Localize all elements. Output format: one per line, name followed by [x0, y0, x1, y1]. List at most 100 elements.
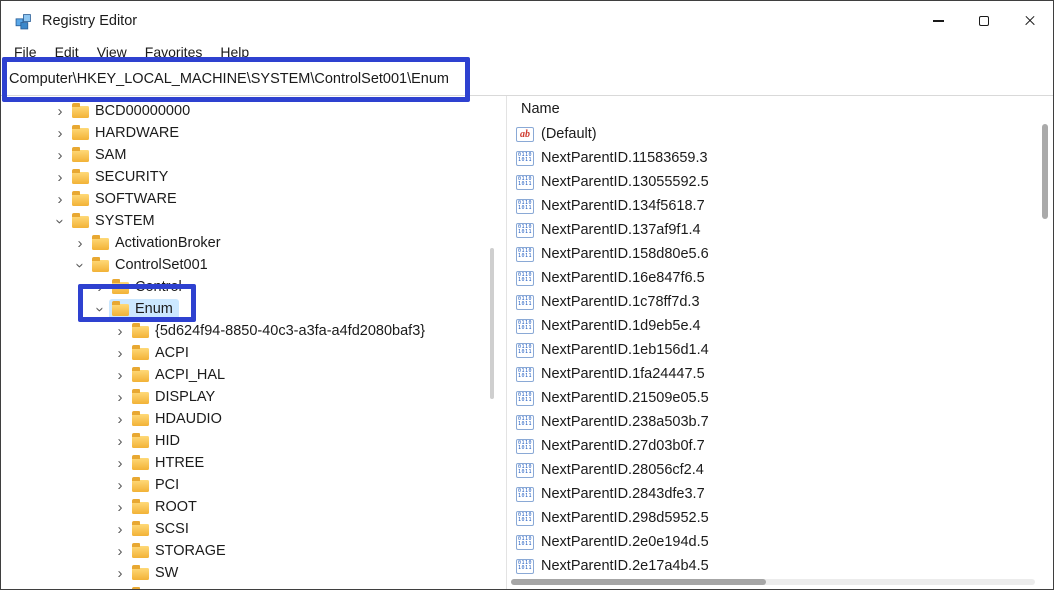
address-input[interactable]: [1, 63, 1053, 95]
chevron-down-icon[interactable]: ›: [73, 256, 88, 274]
chevron-right-icon[interactable]: ›: [111, 324, 129, 339]
menu-view[interactable]: View: [88, 44, 136, 60]
value-row-nextparentid-28056cf2-4[interactable]: 01101011NextParentID.28056cf2.4: [507, 458, 1053, 482]
tree-item-storage[interactable]: ›STORAGE: [1, 540, 506, 562]
value-name: NextParentID.298d5952.5: [541, 510, 709, 526]
chevron-down-icon[interactable]: ›: [93, 300, 108, 318]
tree-item-scsi[interactable]: ›SCSI: [1, 518, 506, 540]
value-row-nextparentid-1fa24447-5[interactable]: 01101011NextParentID.1fa24447.5: [507, 362, 1053, 386]
folder-icon: [132, 326, 149, 338]
chevron-right-icon[interactable]: ›: [51, 104, 69, 119]
value-row-nextparentid-298d5952-5[interactable]: 01101011NextParentID.298d5952.5: [507, 506, 1053, 530]
tree-item-pci[interactable]: ›PCI: [1, 474, 506, 496]
tree-scrollbar-thumb[interactable]: [490, 248, 494, 399]
values-vscroll-thumb[interactable]: [1042, 124, 1048, 219]
chevron-right-icon[interactable]: ›: [91, 280, 109, 295]
chevron-right-icon[interactable]: ›: [51, 148, 69, 163]
tree-item-bcd00000000[interactable]: › BCD00000000: [1, 100, 506, 122]
tree-item-label: BCD00000000: [95, 103, 190, 119]
tree-item-hardware[interactable]: ›HARDWARE: [1, 122, 506, 144]
close-button[interactable]: [1007, 1, 1053, 41]
folder-icon: [132, 524, 149, 536]
value-row-nextparentid-16e847f6-5[interactable]: 01101011NextParentID.16e847f6.5: [507, 266, 1053, 290]
value-row-nextparentid-13055592-5[interactable]: 01101011NextParentID.13055592.5: [507, 170, 1053, 194]
value-row-nextparentid-137af9f1-4[interactable]: 01101011 NextParentID.137af9f1.4: [507, 218, 1053, 242]
chevron-right-icon[interactable]: ›: [111, 544, 129, 559]
value-row-nextparentid-27d03b0f-7[interactable]: 01101011NextParentID.27d03b0f.7: [507, 434, 1053, 458]
chevron-right-icon[interactable]: ›: [111, 412, 129, 427]
value-row-nextparentid-11583659-3[interactable]: 01101011NextParentID.11583659.3: [507, 146, 1053, 170]
chevron-right-icon[interactable]: ›: [51, 126, 69, 141]
tree-item-5d624f94-8850-40c3-a3fa-a4fd2080baf3[interactable]: › {5d624f94-8850-40c3-a3fa-a4fd2080baf3}: [1, 320, 506, 342]
chevron-right-icon[interactable]: ›: [51, 170, 69, 185]
binary-value-icon: 01101011: [516, 175, 534, 190]
folder-icon: [132, 458, 149, 470]
tree-node: STORAGE: [129, 541, 232, 562]
chevron-right-icon[interactable]: ›: [111, 566, 129, 581]
menu-edit[interactable]: Edit: [46, 44, 88, 60]
chevron-right-icon[interactable]: ›: [51, 192, 69, 207]
menu-help[interactable]: Help: [211, 44, 258, 60]
value-name: NextParentID.21509e05.5: [541, 390, 709, 406]
value-name: NextParentID.11583659.3: [541, 150, 708, 166]
value-row-nextparentid-21509e05-5[interactable]: 01101011 NextParentID.21509e05.5: [507, 386, 1053, 410]
value-row-nextparentid-1d9eb5e-4[interactable]: 01101011NextParentID.1d9eb5e.4: [507, 314, 1053, 338]
chevron-right-icon[interactable]: ›: [111, 588, 129, 590]
chevron-right-icon[interactable]: ›: [111, 346, 129, 361]
tree-item-activationbroker[interactable]: ›ActivationBroker: [1, 232, 506, 254]
tree-item-acpi-hal[interactable]: ›ACPI_HAL: [1, 364, 506, 386]
value-row-nextparentid-238a503b-7[interactable]: 01101011NextParentID.238a503b.7: [507, 410, 1053, 434]
value-row-nextparentid-2e0e194d-5[interactable]: 01101011NextParentID.2e0e194d.5: [507, 530, 1053, 554]
chevron-down-icon[interactable]: ›: [53, 212, 68, 230]
tree-item-swd[interactable]: ›SWD: [1, 584, 506, 589]
value-row-default[interactable]: ab(Default): [507, 122, 1053, 146]
folder-icon: [112, 304, 129, 316]
tree-item-software[interactable]: ›SOFTWARE: [1, 188, 506, 210]
close-icon: [1024, 15, 1036, 27]
window-title: Registry Editor: [42, 13, 137, 29]
maximize-button[interactable]: [961, 1, 1007, 41]
minimize-button[interactable]: [915, 1, 961, 41]
value-row-nextparentid-134f5618-7[interactable]: 01101011NextParentID.134f5618.7: [507, 194, 1053, 218]
tree-item-acpi[interactable]: ›ACPI: [1, 342, 506, 364]
chevron-right-icon[interactable]: ›: [71, 236, 89, 251]
chevron-right-icon[interactable]: ›: [111, 522, 129, 537]
binary-value-icon: 01101011: [516, 223, 534, 238]
name-column-header[interactable]: Name: [507, 96, 1053, 122]
folder-icon: [132, 348, 149, 360]
menu-favorites[interactable]: Favorites: [136, 44, 212, 60]
value-name: NextParentID.1c78ff7d.3: [541, 294, 700, 310]
value-row-nextparentid-158d80e5-6[interactable]: 01101011NextParentID.158d80e5.6: [507, 242, 1053, 266]
chevron-right-icon[interactable]: ›: [111, 368, 129, 383]
tree-item-label: {5d624f94-8850-40c3-a3fa-a4fd2080baf3}: [155, 323, 425, 339]
menu-file[interactable]: File: [5, 44, 46, 60]
chevron-right-icon[interactable]: ›: [111, 478, 129, 493]
tree-item-controlset001[interactable]: ›ControlSet001: [1, 254, 506, 276]
tree-item-display[interactable]: ›DISPLAY: [1, 386, 506, 408]
chevron-right-icon[interactable]: ›: [111, 434, 129, 449]
values-hscroll-thumb[interactable]: [511, 579, 766, 585]
chevron-right-icon[interactable]: ›: [111, 456, 129, 471]
value-row-nextparentid-1eb156d1-4[interactable]: 01101011NextParentID.1eb156d1.4: [507, 338, 1053, 362]
tree-item-root[interactable]: ›ROOT: [1, 496, 506, 518]
value-row-nextparentid-1c78ff7d-3[interactable]: 01101011NextParentID.1c78ff7d.3: [507, 290, 1053, 314]
chevron-right-icon[interactable]: ›: [111, 500, 129, 515]
tree-item-hdaudio[interactable]: ›HDAUDIO: [1, 408, 506, 430]
tree-item-enum[interactable]: ›Enum: [1, 298, 506, 320]
value-name: NextParentID.2843dfe3.7: [541, 486, 705, 502]
tree-item-security[interactable]: ›SECURITY: [1, 166, 506, 188]
tree-item-sw[interactable]: ›SW: [1, 562, 506, 584]
tree-item-control[interactable]: ›Control: [1, 276, 506, 298]
tree-item-hid[interactable]: ›HID: [1, 430, 506, 452]
tree-item-label: HTREE: [155, 455, 204, 471]
binary-value-icon: 01101011: [516, 391, 534, 406]
tree-item-htree[interactable]: › HTREE: [1, 452, 506, 474]
tree-vertical-scrollbar: [490, 106, 494, 579]
folder-icon: [132, 370, 149, 382]
value-row-nextparentid-2843dfe3-7[interactable]: 01101011NextParentID.2843dfe3.7: [507, 482, 1053, 506]
tree-item-sam[interactable]: ›SAM: [1, 144, 506, 166]
chevron-right-icon[interactable]: ›: [111, 390, 129, 405]
folder-icon: [132, 546, 149, 558]
value-name: NextParentID.137af9f1.4: [541, 222, 701, 238]
tree-item-system[interactable]: ›SYSTEM: [1, 210, 506, 232]
